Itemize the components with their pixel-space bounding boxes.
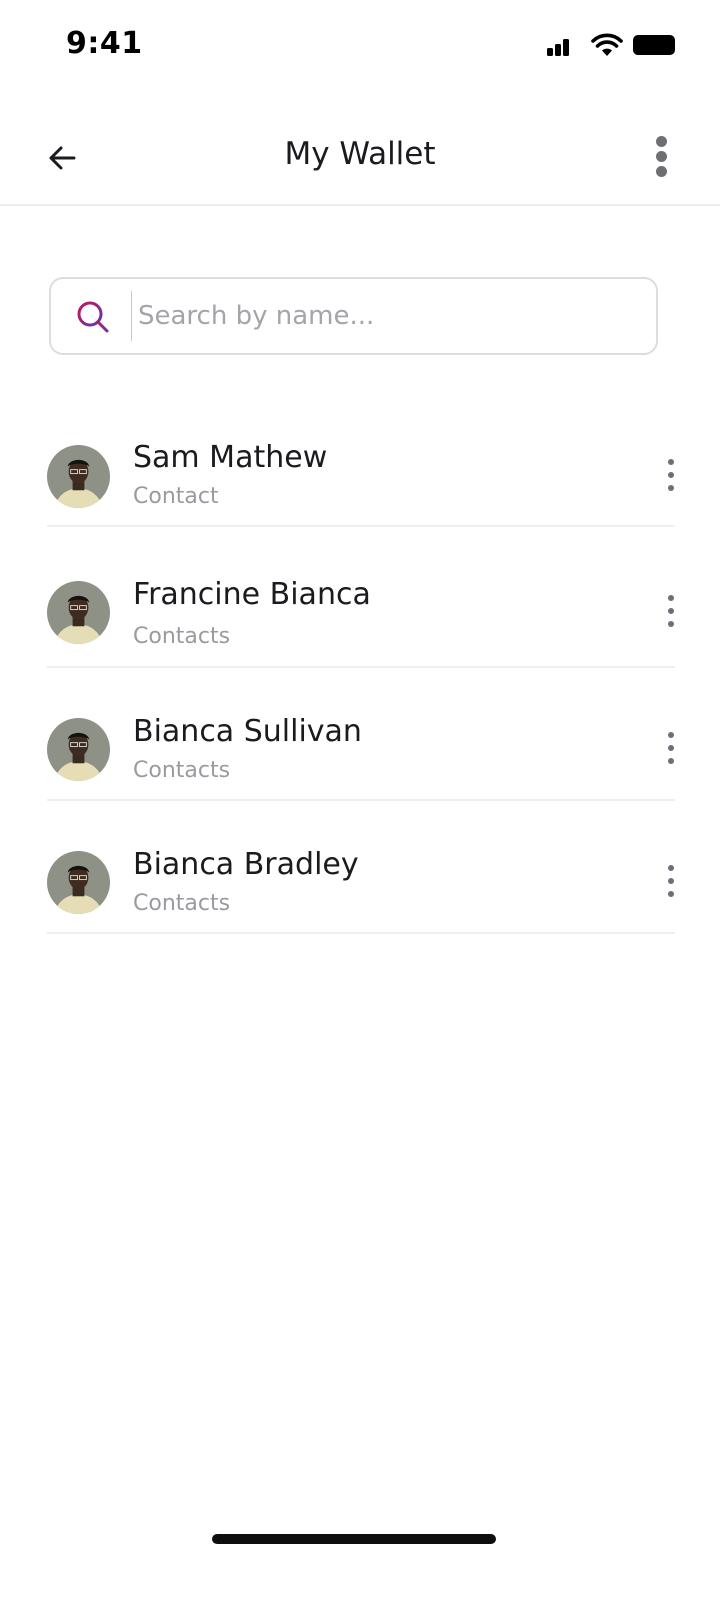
contact-row[interactable]: Bianca Bradley Contacts — [47, 801, 675, 934]
contact-list: Sam Mathew Contact Francine Bianca Conta… — [47, 410, 675, 934]
contact-subtitle: Contacts — [133, 891, 231, 916]
more-vertical-icon-dot — [656, 151, 667, 162]
contact-subtitle: Contacts — [133, 624, 231, 649]
search-box — [49, 277, 658, 355]
status-time: 9:41 — [66, 26, 143, 61]
avatar — [47, 851, 110, 914]
avatar — [47, 581, 110, 644]
search-icon — [77, 301, 109, 333]
avatar — [47, 718, 110, 781]
contact-name: Sam Mathew — [133, 440, 328, 475]
contact-name: Francine Bianca — [133, 577, 371, 612]
page-title: My Wallet — [284, 136, 436, 172]
contact-subtitle: Contact — [133, 484, 219, 509]
contact-name: Bianca Bradley — [133, 847, 359, 882]
more-vertical-icon-dot — [656, 136, 667, 147]
battery-icon — [633, 35, 675, 55]
contact-more-button[interactable] — [663, 732, 681, 768]
contact-name: Bianca Sullivan — [133, 714, 362, 749]
contact-row[interactable]: Bianca Sullivan Contacts — [47, 668, 675, 801]
contact-more-button[interactable] — [663, 865, 681, 901]
cellular-signal-icon — [547, 36, 573, 56]
contact-subtitle: Contacts — [133, 758, 231, 783]
contact-row[interactable]: Sam Mathew Contact — [47, 410, 675, 527]
contact-more-button[interactable] — [663, 459, 681, 495]
app-header: My Wallet — [0, 110, 720, 206]
home-indicator[interactable] — [212, 1534, 496, 1544]
wifi-icon — [591, 33, 623, 56]
search-input[interactable] — [131, 291, 631, 341]
more-options-button[interactable] — [648, 132, 676, 180]
contact-more-button[interactable] — [663, 595, 681, 631]
avatar — [47, 445, 110, 508]
contact-row[interactable]: Francine Bianca Contacts — [47, 527, 675, 668]
more-vertical-icon-dot — [656, 166, 667, 177]
status-bar: 9:41 — [0, 0, 720, 90]
